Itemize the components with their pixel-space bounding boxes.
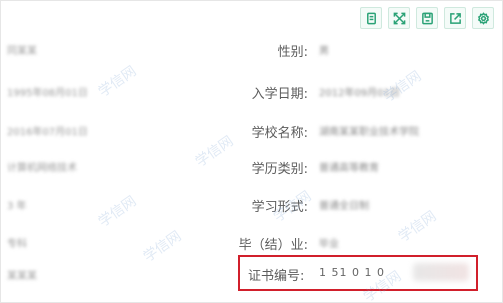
study-form-label: 学习形式: bbox=[251, 200, 308, 215]
graduation-date-value: 2016年07月01日 bbox=[7, 127, 88, 138]
gender-value: 男 bbox=[319, 46, 329, 57]
name-value: 同某某 bbox=[7, 46, 37, 57]
expand-button[interactable] bbox=[388, 7, 410, 29]
field-row-graduation: 专科 毕（结）业: 毕业 bbox=[1, 231, 502, 255]
school-name-value: 湖南某某职业技术学院 bbox=[319, 127, 419, 138]
duration-value: 3 年 bbox=[7, 201, 27, 212]
enroll-date-value: 2012年09月01日 bbox=[319, 88, 400, 99]
document-icon bbox=[366, 12, 376, 24]
toolbar bbox=[360, 7, 494, 29]
enroll-date-label: 入学日期: bbox=[251, 87, 308, 102]
education-type-value: 普通高等教育 bbox=[319, 163, 379, 174]
level-value: 专科 bbox=[7, 239, 27, 250]
birth-date-value: 1995年08月01日 bbox=[7, 88, 88, 99]
field-row-gender: 同某某 性别: 男 bbox=[1, 38, 502, 62]
field-row-school: 2016年07月01日 学校名称: 湖南某某职业技术学院 bbox=[1, 119, 502, 143]
field-row-study-form: 3 年 学习形式: 普通全日制 bbox=[1, 193, 502, 217]
study-form-value: 普通全日制 bbox=[319, 201, 369, 212]
principal-value: 某某某 bbox=[7, 271, 37, 282]
graduation-value: 毕业 bbox=[319, 239, 339, 250]
share-button[interactable] bbox=[444, 7, 466, 29]
document-button[interactable] bbox=[360, 7, 382, 29]
graduation-label: 毕（结）业: bbox=[238, 238, 308, 253]
certificate-redaction bbox=[413, 263, 469, 281]
certificate-number-value: 1 51 0 1 0 bbox=[319, 266, 385, 279]
gear-icon bbox=[477, 11, 489, 25]
share-icon bbox=[449, 12, 461, 24]
education-type-label: 学历类别: bbox=[251, 162, 308, 177]
school-name-label: 学校名称: bbox=[251, 126, 308, 141]
save-button[interactable] bbox=[416, 7, 438, 29]
expand-icon bbox=[393, 12, 405, 24]
certificate-number-label: 证书编号: bbox=[248, 269, 305, 284]
save-icon bbox=[421, 12, 433, 24]
field-row-enroll-date: 1995年08月01日 入学日期: 2012年09月01日 bbox=[1, 80, 502, 104]
field-row-education-type: 计算机网络技术 学历类别: 普通高等教育 bbox=[1, 155, 502, 179]
gender-label: 性别: bbox=[277, 45, 308, 60]
student-info-card: 同某某 性别: 男 1995年08月01日 入学日期: 2012年09月01日 … bbox=[0, 0, 503, 303]
settings-button[interactable] bbox=[472, 7, 494, 29]
major-value: 计算机网络技术 bbox=[7, 163, 77, 174]
